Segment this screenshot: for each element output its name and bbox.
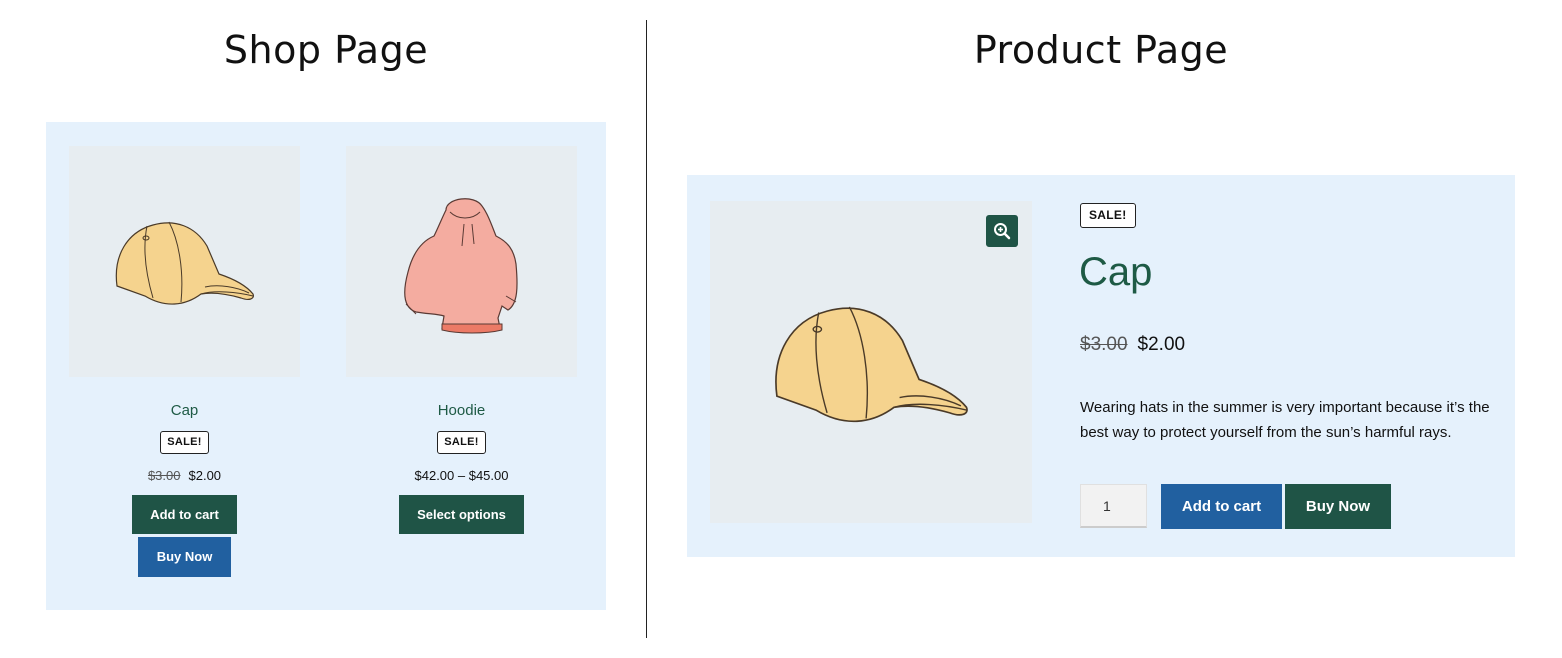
sale-badge: SALE! xyxy=(160,431,209,454)
product-title-hoodie[interactable]: Hoodie xyxy=(346,401,577,421)
product-card-hoodie: Hoodie SALE! $42.00 – $45.00 Select opti… xyxy=(346,146,577,534)
hoodie-thumbnail[interactable] xyxy=(346,146,577,377)
shop-page-heading: Shop Page xyxy=(223,28,429,72)
product-description: Wearing hats in the summer is very impor… xyxy=(1080,399,1490,441)
cap-illustration-icon xyxy=(775,306,968,423)
price-cap: $3.00 $2.00 xyxy=(69,467,300,485)
cap-illustration-icon xyxy=(115,221,254,305)
price-range: $42.00 – $45.00 xyxy=(414,468,509,483)
price-hoodie: $42.00 – $45.00 xyxy=(346,467,577,485)
select-options-button[interactable]: Select options xyxy=(399,495,524,534)
product-gallery-image[interactable] xyxy=(710,201,1032,523)
shop-panel: Cap SALE! $3.00 $2.00 Add to cart Buy Now… xyxy=(46,122,606,610)
product-price: $3.00 $2.00 xyxy=(1080,333,1185,357)
old-price: $3.00 xyxy=(1080,334,1128,355)
zoom-in-icon[interactable] xyxy=(986,215,1018,247)
sale-price: $2.00 xyxy=(188,468,222,483)
product-title-cap[interactable]: Cap xyxy=(69,401,300,421)
quantity-input[interactable] xyxy=(1080,484,1147,528)
sale-badge: SALE! xyxy=(437,431,486,454)
cap-thumbnail[interactable] xyxy=(69,146,300,377)
add-to-cart-button[interactable]: Add to cart xyxy=(1161,484,1282,529)
old-price: $3.00 xyxy=(147,468,181,483)
product-page-heading: Product Page xyxy=(973,28,1229,72)
buy-now-button[interactable]: Buy Now xyxy=(138,537,231,577)
product-title: Cap xyxy=(1079,250,1153,294)
add-to-cart-button[interactable]: Add to cart xyxy=(132,495,237,534)
product-panel: SALE! Cap $3.00 $2.00 Wearing hats in the… xyxy=(687,175,1515,557)
product-card-cap: Cap SALE! $3.00 $2.00 Add to cart Buy Now xyxy=(69,146,300,577)
sale-badge: SALE! xyxy=(1080,203,1136,228)
buy-now-button[interactable]: Buy Now xyxy=(1285,484,1391,529)
sale-price: $2.00 xyxy=(1137,334,1186,355)
hoodie-illustration-icon xyxy=(404,198,518,334)
divider xyxy=(646,20,647,638)
